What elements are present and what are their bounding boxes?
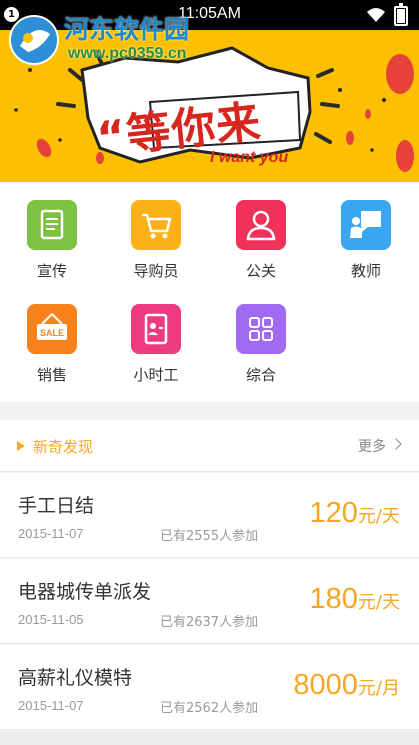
battery-icon xyxy=(394,3,408,26)
category-item-hourly-worker[interactable]: 小时工 xyxy=(104,304,208,385)
chevron-right-icon[interactable] xyxy=(390,438,402,450)
discover-title: 新奇发现 xyxy=(33,438,94,456)
category-label: 导购员 xyxy=(133,262,179,280)
job-price-unit: 元/月 xyxy=(357,678,400,699)
promo-banner[interactable]: 好工作 “等你来 I want you xyxy=(0,30,419,182)
job-price: 8000元/月 xyxy=(293,669,400,702)
id-card-icon xyxy=(131,304,181,354)
job-price: 120元/天 xyxy=(310,497,400,530)
job-participants: 已有2637人参加 xyxy=(160,615,259,630)
teacher-board-icon xyxy=(341,200,391,250)
category-item-general[interactable]: 综合 xyxy=(209,304,313,385)
triangle-bullet-icon xyxy=(17,441,25,451)
category-label: 宣传 xyxy=(36,262,67,280)
status-bar: 1 11:05AM xyxy=(0,0,419,30)
job-participants: 已有2555人参加 xyxy=(160,529,259,544)
job-name: 手工日结 xyxy=(18,495,95,517)
category-item-shopping-guide[interactable]: 导购员 xyxy=(104,200,208,281)
job-price: 180元/天 xyxy=(310,583,400,616)
job-price-unit: 元/天 xyxy=(357,506,400,527)
status-time: 11:05AM xyxy=(178,5,241,22)
job-date: 2015-11-07 xyxy=(18,526,84,541)
category-label: 小时工 xyxy=(133,366,179,384)
sale-sign-icon: SALE xyxy=(27,304,77,354)
more-link[interactable]: 更多 xyxy=(358,436,386,456)
job-date: 2015-11-05 xyxy=(18,612,84,627)
watermark-logo-icon xyxy=(9,15,59,65)
discover-section-header: 新奇发现 更多 xyxy=(0,420,419,472)
category-grid: 宣传 导购员 公关 教师 SALE 销售 小时工 综合 xyxy=(0,182,419,402)
category-label: 公关 xyxy=(245,262,276,280)
svg-text:SALE: SALE xyxy=(40,328,64,338)
category-item-publicity[interactable]: 宣传 xyxy=(0,200,104,281)
job-date: 2015-11-07 xyxy=(18,698,84,713)
job-participants: 已有2562人参加 xyxy=(160,701,259,716)
category-item-public-relations[interactable]: 公关 xyxy=(209,200,313,281)
category-label: 教师 xyxy=(350,262,381,280)
job-list-item[interactable]: 电器城传单派发 2015-11-05 已有2637人参加 180元/天 xyxy=(0,559,419,644)
job-list-item[interactable]: 高薪礼仪模特 2015-11-07 已有2562人参加 8000元/月 xyxy=(0,645,419,730)
category-item-sales[interactable]: SALE 销售 xyxy=(0,304,104,385)
document-icon xyxy=(27,200,77,250)
banner-subtitle: I want you xyxy=(210,149,289,166)
woman-person-icon xyxy=(236,200,286,250)
job-list-item[interactable]: 手工日结 2015-11-07 已有2555人参加 120元/天 xyxy=(0,473,419,558)
job-price-value: 120 xyxy=(309,497,358,529)
job-name: 高薪礼仪模特 xyxy=(18,667,133,689)
wifi-icon xyxy=(367,8,385,22)
shopping-cart-icon xyxy=(131,200,181,250)
job-price-value: 8000 xyxy=(293,669,358,701)
watermark-url: www.pc0359.cn xyxy=(68,45,187,62)
job-price-unit: 元/天 xyxy=(357,592,400,613)
job-name: 电器城传单派发 xyxy=(18,581,152,603)
category-label: 销售 xyxy=(36,366,67,384)
category-item-teacher[interactable]: 教师 xyxy=(314,200,418,281)
bottom-divider xyxy=(0,731,419,745)
watermark-text: 河东软件园 xyxy=(64,15,190,44)
grid-icon xyxy=(236,304,286,354)
job-price-value: 180 xyxy=(309,583,358,615)
category-label: 综合 xyxy=(245,366,276,384)
